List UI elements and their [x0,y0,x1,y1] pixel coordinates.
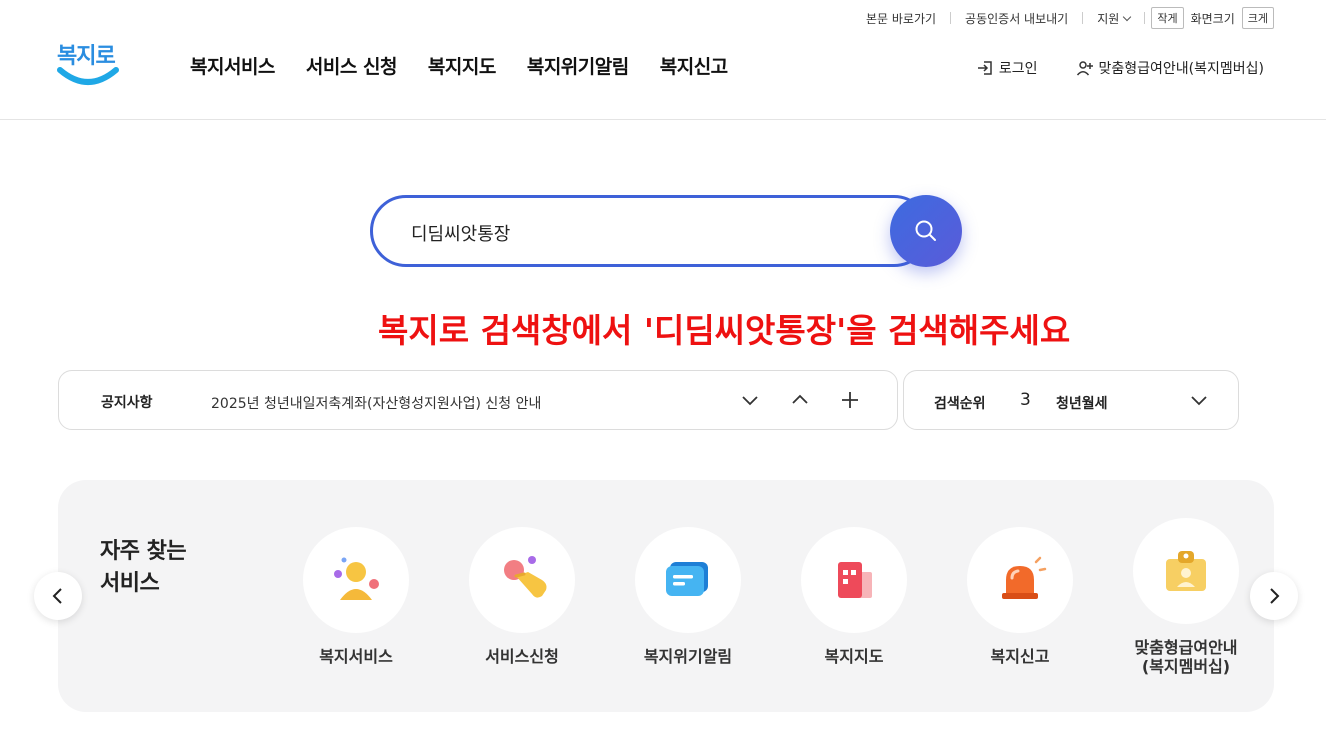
header-actions: 로그인 맞춤형급여안내(복지멤버십) [976,58,1264,78]
search-box [370,195,930,267]
support-label: 지원 [1097,11,1120,26]
notice-label: 공지사항 [101,395,153,411]
service-icon-circle [303,527,409,633]
nav-welfare-report[interactable]: 복지신고 [660,52,728,79]
carousel-prev-button[interactable] [34,572,82,620]
title-line: 자주 찾는 [100,539,187,564]
instruction-text: 복지로 검색창에서 '디딤씨앗통장'을 검색해주세요 [378,311,1071,350]
divider [1082,12,1084,24]
hand-tap-icon [504,556,547,598]
nav-welfare-service[interactable]: 복지서비스 [190,52,275,79]
service-label: 복지신고 [990,647,1050,666]
service-welfare[interactable]: 복지서비스 [286,527,426,666]
plus-icon [842,392,858,408]
zoom-in-button[interactable]: 크게 [1241,7,1274,29]
service-label: 맞춤형급여안내 (복지멤버십) [1116,638,1256,676]
service-label: 복지서비스 [319,647,393,666]
search-button[interactable] [890,195,962,267]
search-area [370,195,962,267]
divider [950,12,952,24]
service-icon-circle [1133,518,1239,624]
main-nav: 복지서비스 서비스 신청 복지지도 복지위기알림 복지신고 [190,52,759,79]
service-icon-circle [801,527,907,633]
message-icon [666,562,708,596]
service-label: 복지위기알림 [643,647,733,666]
login-icon [977,61,992,75]
service-icon-circle [967,527,1073,633]
notice-item-link[interactable]: 2025년 청년내일저축계좌(자산형성지원사업) 신청 안내 [211,393,541,413]
membership-link[interactable]: 맞춤형급여안내(복지멤버십) [1076,58,1264,78]
user-plus-icon [1076,61,1093,76]
service-crisis-alert[interactable]: 복지위기알림 [618,527,758,666]
nav-welfare-map[interactable]: 복지지도 [428,52,496,79]
service-welfare-map[interactable]: 복지지도 [784,527,924,666]
rank-keyword-link[interactable]: 청년월세 [1056,393,1108,413]
id-card-icon [1166,551,1206,591]
search-rank-bar: 검색순위 3 청년월세 [903,370,1239,430]
service-welfare-report[interactable]: 복지신고 [950,527,1090,666]
support-dropdown[interactable]: 지원 [1089,10,1138,27]
notice-bar: 공지사항 2025년 청년내일저축계좌(자산형성지원사업) 신청 안내 [58,370,898,430]
carousel-next-button[interactable] [1250,572,1298,620]
service-label-line: (복지멤버십) [1141,657,1231,676]
chevron-up-icon [792,394,808,404]
chevron-left-icon [52,588,62,604]
service-apply[interactable]: 서비스신청 [452,527,592,666]
notice-prev-button[interactable] [787,387,813,413]
utility-bar: 본문 바로가기 공동인증서 내보내기 지원 작게 화면크기 크게 [858,6,1274,30]
site-logo[interactable]: 복지로 [55,34,121,92]
title-line: 서비스 [100,571,160,596]
chevron-down-icon [742,396,758,406]
search-input[interactable] [411,218,851,248]
zoom-out-button[interactable]: 작게 [1151,7,1184,29]
zoom-label: 화면크기 [1190,11,1235,26]
frequent-services-title: 자주 찾는 서비스 [100,536,187,600]
header-divider [0,119,1326,120]
service-label: 복지지도 [824,647,884,666]
login-label: 로그인 [998,61,1038,77]
service-membership[interactable]: 맞춤형급여안내 (복지멤버십) [1116,518,1256,676]
person-icon [334,557,379,600]
nav-crisis-alert[interactable]: 복지위기알림 [527,52,629,79]
service-icon-circle [469,527,575,633]
membership-label: 맞춤형급여안내(복지멤버십) [1098,61,1264,77]
chevron-down-icon [1123,12,1132,21]
chevron-right-icon [1270,588,1280,604]
chevron-down-icon [1191,396,1207,406]
service-label: 서비스신청 [485,647,559,666]
rank-expand-button[interactable] [1186,387,1212,413]
rank-number: 3 [1020,390,1031,410]
logo-smile-icon [57,67,119,85]
search-icon [915,220,936,241]
login-link[interactable]: 로그인 [976,58,1038,78]
nav-service-apply[interactable]: 서비스 신청 [306,52,398,79]
skip-to-content-link[interactable]: 본문 바로가기 [858,10,944,27]
notice-more-button[interactable] [837,387,863,413]
building-icon [838,562,872,598]
rank-label: 검색순위 [934,396,986,412]
cert-export-link[interactable]: 공동인증서 내보내기 [957,10,1076,27]
service-label-line: 맞춤형급여안내 [1134,638,1238,657]
siren-icon [1002,556,1047,599]
notice-next-button[interactable] [737,387,763,413]
divider [1144,12,1146,24]
service-icon-circle [635,527,741,633]
